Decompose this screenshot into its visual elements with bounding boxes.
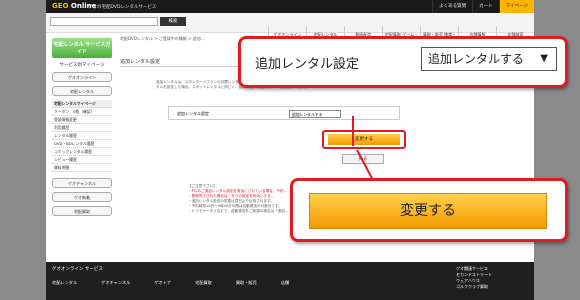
footer-link[interactable]: ゲオトナ — [154, 280, 171, 286]
geo-new-button[interactable]: ゲオ新着 — [52, 192, 112, 202]
sidebar-item[interactable]: 登録情報変更 — [52, 116, 112, 124]
callout-setting-select[interactable]: 追加レンタルする ▼ — [421, 47, 557, 71]
tagline: ゲオの宅配DVDレンタルサービス — [88, 5, 157, 10]
faq-link[interactable]: よくある質問 — [432, 0, 472, 13]
top-links: よくある質問 カート マイページ — [432, 0, 534, 13]
callout-setting-value: 追加レンタルする — [428, 52, 525, 66]
footer-link[interactable]: ゲオチャンネル — [101, 280, 130, 286]
callout-setting-label: 追加レンタル設定 — [255, 57, 360, 72]
search-row: 検索 ゲオオンライン TOP 宅配レンタル 動画配信 宅配買取 ゲーム・DVD・… — [46, 13, 534, 46]
setting-row: 追加レンタル設定 追加レンタルする — [168, 106, 400, 120]
sidebar-rental-button[interactable]: 宅配レンタル — [52, 86, 112, 96]
breadcrumb[interactable]: 宅配DVDレンタル > ご登録中の情報 > 追加... — [120, 36, 204, 42]
footer-columns: 宅配レンタル ゲオチャンネル ゲオトナ 宅配買取 買取・販売 店舗 — [52, 280, 289, 286]
callout-connector — [352, 116, 354, 146]
sidebar-item[interactable]: 宅配レンタルマイページ — [52, 100, 112, 108]
sidebar-item[interactable]: レンタル履歴 — [52, 132, 112, 140]
mypage-link[interactable]: マイページ — [498, 0, 534, 13]
sidebar-item[interactable]: コミックレンタル履歴 — [52, 148, 112, 156]
sidebar-item[interactable]: 貸料明細 — [52, 164, 112, 172]
footer-link[interactable]: 宅配買取 — [195, 280, 212, 286]
callout-change-button[interactable]: 変更する — [309, 193, 547, 229]
cart-link[interactable]: カート — [472, 0, 499, 13]
sidebar-item[interactable]: クーポン：0枚（確認） — [52, 108, 112, 116]
change-button[interactable]: 変更する — [328, 134, 400, 145]
footer: ゲオオンライン サービス 宅配レンタル ゲオチャンネル ゲオトナ 宅配買取 買取… — [46, 262, 534, 300]
sidebar-item[interactable]: 利用履歴 — [52, 124, 112, 132]
footer-link[interactable]: 買取・販売 — [236, 280, 257, 286]
setting-callout: 追加レンタル設定 追加レンタルする ▼ — [238, 36, 568, 88]
geo-channel-button[interactable]: ゲオチャンネル — [52, 178, 112, 188]
sidebar-item[interactable]: レビュー履歴 — [52, 156, 112, 164]
sidebar: 宅配レンタル サービスガイド サービス別マイページ ゲオオンライン 宅配レンタル… — [52, 38, 112, 220]
top-bar: GEO Online ゲオの宅配DVDレンタルサービス よくある質問 カート マ… — [46, 0, 534, 13]
page-title: 追加レンタル設定 — [120, 59, 161, 65]
sidebar-item[interactable]: DVD・BDレンタル履歴 — [52, 140, 112, 148]
sidebar-geo-online-button[interactable]: ゲオオンライン — [52, 72, 112, 82]
footer-link[interactable]: 宅配レンタル — [52, 280, 77, 286]
footer-title: ゲオオンライン サービス — [52, 267, 103, 272]
setting-select[interactable]: 追加レンタルする — [289, 110, 341, 118]
service-guide-banner[interactable]: 宅配レンタル サービスガイド — [52, 38, 112, 58]
search-button[interactable]: 検索 — [160, 17, 186, 26]
buyback-button[interactable]: 宅配買取 — [52, 206, 112, 216]
setting-label: 追加レンタル設定 — [177, 111, 209, 116]
sidebar-title: サービス別マイページ — [59, 63, 105, 68]
related-link[interactable]: ゴルフクラブ買取 — [456, 284, 528, 290]
search-input[interactable] — [50, 17, 158, 26]
change-callout: 変更する — [290, 178, 568, 242]
dropdown-arrow-icon: ▼ — [540, 53, 548, 64]
footer-link[interactable]: 店舗 — [281, 280, 289, 286]
related-services: ゲオ関連サービス セカンドストリート ウェアハウス ゴルフクラブ買取 — [456, 266, 528, 290]
